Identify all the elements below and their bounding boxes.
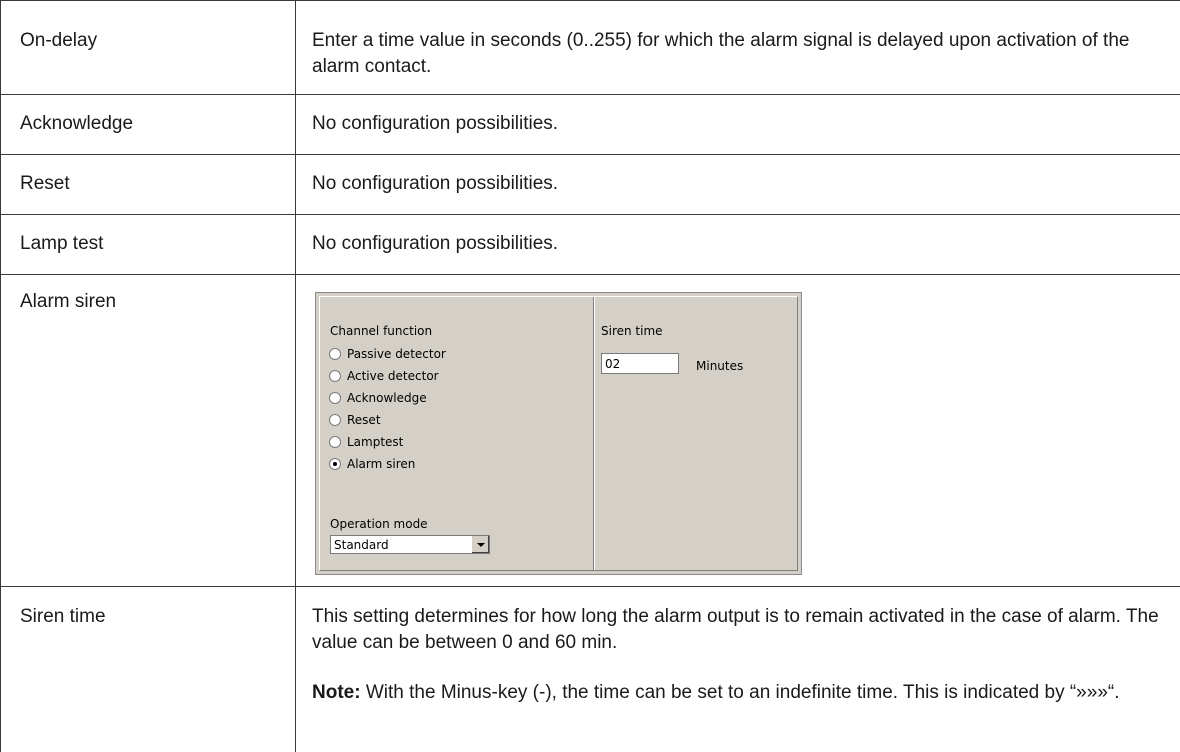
radio-button[interactable] [329, 370, 341, 382]
row-divider [0, 586, 1180, 587]
row-divider [0, 94, 1180, 95]
row-label-lamp-test: Lamp test [20, 233, 104, 254]
radio-label: Lamptest [347, 435, 404, 449]
row-divider [0, 274, 1180, 275]
row-label-acknowledge: Acknowledge [20, 113, 134, 134]
chevron-down-icon [476, 542, 485, 547]
row-divider [0, 214, 1180, 215]
panel-divider [593, 297, 594, 570]
radio-button[interactable] [329, 414, 341, 426]
row-desc-reset: No configuration possibilities. [312, 173, 559, 194]
channel-config-dialog: Channel function Passive detector Active… [315, 292, 802, 575]
row-desc-siren-time: This setting determines for how long the… [312, 604, 1172, 706]
row-desc-lamp-test: No configuration possibilities. [312, 233, 559, 254]
table-top-border [0, 0, 1180, 1]
note-text: With the Minus-key (-), the time can be … [365, 682, 1120, 703]
radio-label: Alarm siren [347, 457, 416, 471]
siren-time-description: This setting determines for how long the… [312, 606, 1159, 653]
operation-mode-label: Operation mode [330, 517, 428, 531]
row-divider [0, 154, 1180, 155]
row-label-on-delay: On-delay [20, 30, 98, 51]
siren-time-note: Note: With the Minus-key (-), the time c… [312, 680, 1172, 706]
row-label-alarm-siren: Alarm siren [20, 291, 117, 312]
radio-label: Passive detector [347, 347, 446, 361]
radio-label: Acknowledge [347, 391, 427, 405]
siren-time-unit: Minutes [696, 359, 744, 373]
channel-function-radio-group: Passive detector Active detector Acknowl… [329, 343, 446, 475]
row-desc-acknowledge: No configuration possibilities. [312, 113, 559, 134]
radio-acknowledge[interactable]: Acknowledge [329, 387, 446, 409]
table-left-border [0, 0, 1, 752]
radio-lamptest[interactable]: Lamptest [329, 431, 446, 453]
radio-reset[interactable]: Reset [329, 409, 446, 431]
radio-button[interactable] [329, 392, 341, 404]
table-column-divider [295, 0, 296, 752]
radio-button-selected[interactable] [329, 458, 341, 470]
radio-button[interactable] [329, 348, 341, 360]
row-label-siren-time: Siren time [20, 606, 106, 627]
siren-time-label: Siren time [601, 324, 663, 338]
row-label-reset: Reset [20, 173, 70, 194]
radio-alarm-siren[interactable]: Alarm siren [329, 453, 446, 475]
channel-function-label: Channel function [330, 324, 433, 338]
dropdown-button[interactable] [471, 536, 489, 553]
row-desc-on-delay: Enter a time value in seconds (0..255) f… [312, 30, 1130, 77]
siren-time-input[interactable] [601, 353, 679, 374]
radio-active-detector[interactable]: Active detector [329, 365, 446, 387]
radio-label: Reset [347, 413, 381, 427]
operation-mode-value: Standard [334, 537, 389, 552]
radio-passive-detector[interactable]: Passive detector [329, 343, 446, 365]
operation-mode-select[interactable]: Standard [330, 535, 490, 554]
note-label: Note: [312, 682, 361, 703]
radio-button[interactable] [329, 436, 341, 448]
radio-label: Active detector [347, 369, 439, 383]
